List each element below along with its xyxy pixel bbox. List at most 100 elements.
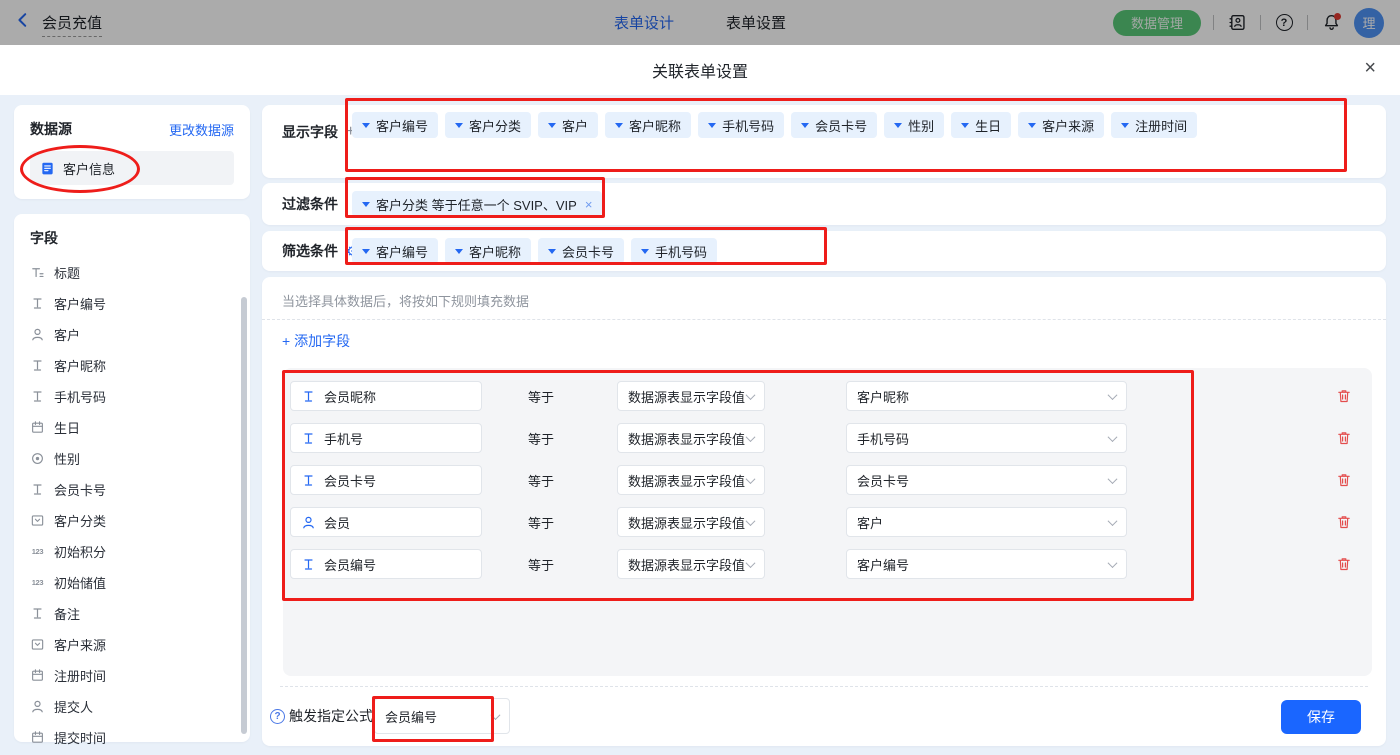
caret-down-icon: [708, 123, 716, 128]
chevron-down-icon: [746, 516, 756, 526]
screening-field-tag[interactable]: 客户编号: [352, 238, 438, 264]
display-field-tag[interactable]: 客户昵称: [605, 112, 691, 138]
delete-rule-button[interactable]: [1336, 472, 1352, 489]
contacts-icon[interactable]: [1226, 12, 1248, 34]
help-icon[interactable]: ?: [1273, 12, 1295, 34]
delete-rule-button[interactable]: [1336, 430, 1352, 447]
fill-rules-panel: 会员昵称 等于 数据源表显示字段值 客户昵称: [283, 368, 1372, 676]
tab-form-settings[interactable]: 表单设置: [726, 12, 786, 33]
text-icon: [301, 389, 316, 404]
screening-field-tag[interactable]: 客户昵称: [445, 238, 531, 264]
target-field-input[interactable]: 会员昵称: [290, 381, 482, 411]
modal-title: 关联表单设置: [0, 45, 1400, 95]
tab-form-design[interactable]: 表单设计: [614, 12, 674, 33]
formula-field-select[interactable]: 会员编号: [374, 698, 510, 734]
source-type-select[interactable]: 数据源表显示字段值: [617, 423, 765, 453]
display-field-tag[interactable]: 客户: [538, 112, 598, 138]
source-type-select[interactable]: 数据源表显示字段值: [617, 549, 765, 579]
source-field-select[interactable]: 客户: [846, 507, 1127, 537]
field-list-item[interactable]: 客户分类: [14, 505, 250, 536]
datasource-title: 数据源: [30, 119, 72, 139]
top-bar: 会员充值 表单设计 表单设置 数据管理 ? 理: [0, 0, 1400, 45]
source-field-select[interactable]: 客户编号: [846, 549, 1127, 579]
add-field-button[interactable]: + 添加字段: [282, 331, 350, 351]
display-field-tag[interactable]: 会员卡号: [791, 112, 877, 138]
field-list-item[interactable]: 客户来源: [14, 629, 250, 660]
field-label: 客户来源: [54, 635, 106, 654]
caret-down-icon: [615, 123, 623, 128]
field-list-item[interactable]: 客户昵称: [14, 350, 250, 381]
field-list-item[interactable]: 提交人: [14, 691, 250, 722]
source-type-select[interactable]: 数据源表显示字段值: [617, 465, 765, 495]
source-field-select[interactable]: 客户昵称: [846, 381, 1127, 411]
datasource-card: 数据源 更改数据源 客户信息: [14, 105, 250, 199]
filter-condition-tag[interactable]: 客户分类 等于任意一个 SVIP、VIP ×: [352, 191, 602, 217]
field-list-item[interactable]: 注册时间: [14, 660, 250, 691]
divider: [1307, 15, 1308, 30]
field-list-item[interactable]: 会员卡号: [14, 474, 250, 505]
divider: [1260, 15, 1261, 30]
caret-down-icon: [362, 123, 370, 128]
notifications-icon[interactable]: [1320, 12, 1342, 34]
source-type-select[interactable]: 数据源表显示字段值: [617, 381, 765, 411]
datasource-item[interactable]: 客户信息: [30, 151, 234, 185]
display-field-tag[interactable]: 生日: [951, 112, 1011, 138]
field-label: 客户: [54, 325, 80, 344]
display-field-tag[interactable]: 性别: [884, 112, 944, 138]
change-datasource-link[interactable]: 更改数据源: [169, 120, 234, 139]
field-list-item[interactable]: 性别: [14, 443, 250, 474]
caret-down-icon: [641, 249, 649, 254]
number-icon: 123: [30, 575, 45, 590]
source-type-select[interactable]: 数据源表显示字段值: [617, 507, 765, 537]
chevron-down-icon: [491, 710, 501, 720]
source-field-select[interactable]: 手机号码: [846, 423, 1127, 453]
display-field-tag[interactable]: 客户分类: [445, 112, 531, 138]
delete-rule-button[interactable]: [1336, 514, 1352, 531]
target-field-input[interactable]: 会员: [290, 507, 482, 537]
field-list-item[interactable]: 提交时间: [14, 722, 250, 753]
caret-down-icon: [1121, 123, 1129, 128]
caret-down-icon: [894, 123, 902, 128]
fill-rule-row: 手机号 等于 数据源表显示字段值 手机号码: [283, 417, 1372, 459]
display-field-tag[interactable]: 客户编号: [352, 112, 438, 138]
save-button[interactable]: 保存: [1281, 700, 1361, 734]
field-list-item[interactable]: 标题: [14, 257, 250, 288]
field-list-item[interactable]: 手机号码: [14, 381, 250, 412]
display-field-tag[interactable]: 客户来源: [1018, 112, 1104, 138]
target-field-input[interactable]: 会员编号: [290, 549, 482, 579]
field-label: 提交时间: [54, 728, 106, 747]
person-icon: [30, 699, 45, 714]
delete-rule-button[interactable]: [1336, 556, 1352, 573]
text-icon: [30, 606, 45, 621]
screening-field-tag[interactable]: 会员卡号: [538, 238, 624, 264]
close-button[interactable]: ×: [1364, 58, 1376, 78]
help-icon[interactable]: ?: [270, 709, 285, 724]
text-icon: [301, 557, 316, 572]
select-icon: [30, 513, 45, 528]
datasource-item-label: 客户信息: [63, 159, 115, 178]
target-field-input[interactable]: 手机号: [290, 423, 482, 453]
source-field-select[interactable]: 会员卡号: [846, 465, 1127, 495]
display-fields-card: 显示字段 + 客户编号 客户分类 客户 客户昵称: [262, 105, 1386, 178]
data-manage-button[interactable]: 数据管理: [1113, 10, 1201, 36]
target-field-input[interactable]: 会员卡号: [290, 465, 482, 495]
screening-field-tag[interactable]: 手机号码: [631, 238, 717, 264]
fields-title: 字段: [14, 230, 58, 246]
caret-down-icon: [362, 202, 370, 207]
field-list-item[interactable]: 生日: [14, 412, 250, 443]
field-list-item[interactable]: 备注: [14, 598, 250, 629]
delete-rule-button[interactable]: [1336, 388, 1352, 405]
divider: [1213, 15, 1214, 30]
field-list-item[interactable]: 客户编号: [14, 288, 250, 319]
screening-condition-label: 筛选条件 ⚙: [282, 241, 359, 261]
remove-filter-icon[interactable]: ×: [585, 197, 593, 212]
field-list-item[interactable]: 123 初始储值: [14, 567, 250, 598]
display-field-tag[interactable]: 注册时间: [1111, 112, 1197, 138]
formula-footer: ? 触发指定公式 会员编号: [270, 695, 510, 737]
text-icon: [30, 296, 45, 311]
field-list-scrollbar[interactable]: [241, 297, 247, 734]
field-list-item[interactable]: 客户: [14, 319, 250, 350]
avatar[interactable]: 理: [1354, 8, 1384, 38]
display-field-tag[interactable]: 手机号码: [698, 112, 784, 138]
field-list-item[interactable]: 123 初始积分: [14, 536, 250, 567]
